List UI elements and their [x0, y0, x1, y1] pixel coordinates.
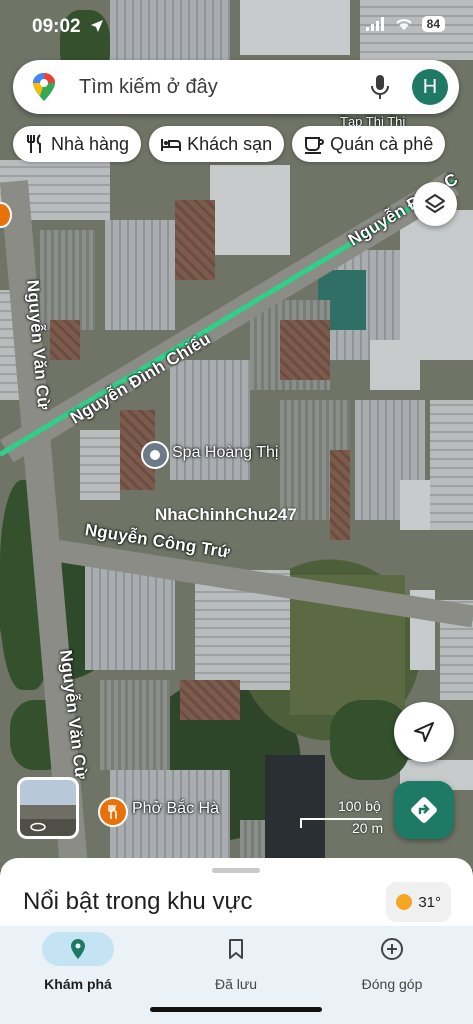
microphone-icon[interactable]	[369, 74, 391, 100]
chip-cafes[interactable]: Quán cà phê	[292, 126, 446, 162]
nav-explore[interactable]: Khám phá	[8, 932, 148, 992]
building	[80, 430, 120, 500]
scale-metric: 20 m	[352, 820, 384, 836]
weather-badge[interactable]: 31°	[386, 882, 451, 922]
chip-label: Khách sạn	[187, 133, 273, 154]
directions-button[interactable]	[394, 781, 454, 839]
status-icons: 84	[365, 16, 445, 32]
bed-icon	[161, 139, 182, 151]
location-arrow-icon	[91, 20, 103, 32]
sheet-title: Nổi bật trong khu vực	[23, 888, 253, 915]
nav-active-pill	[42, 932, 114, 966]
explore-pin-icon	[71, 939, 85, 959]
chip-label: Nhà hàng	[51, 133, 130, 154]
maps-logo-pin-icon	[33, 73, 55, 101]
building	[400, 480, 430, 530]
rotate-360-icon	[30, 822, 46, 832]
building	[240, 0, 350, 55]
building	[170, 360, 250, 480]
nav-icon-container	[200, 932, 272, 966]
add-circle-icon	[381, 938, 403, 960]
scale-imperial: 100 bộ	[338, 798, 381, 814]
nav-label: Đóng góp	[361, 976, 423, 992]
wifi-icon	[395, 19, 412, 30]
nav-label: Khám phá	[44, 976, 112, 992]
chip-hotels[interactable]: Khách sạn	[149, 126, 285, 162]
my-location-button[interactable]	[394, 702, 454, 762]
poi-label-spa[interactable]: Spa Hoàng Thị	[172, 444, 278, 462]
building	[175, 200, 215, 280]
layers-icon	[425, 194, 445, 213]
building	[430, 400, 473, 530]
restaurant-pin-icon[interactable]	[98, 797, 128, 827]
category-chips: Nhà hàng Khách sạn Quán cà phê	[13, 126, 446, 162]
building	[105, 220, 175, 330]
street-view-image	[20, 780, 76, 836]
status-time: 09:02	[32, 16, 81, 37]
sheet-drag-handle[interactable]	[212, 868, 260, 873]
coffee-cup-icon	[305, 137, 325, 154]
nav-icon-container	[356, 932, 428, 966]
street-view-thumbnail[interactable]	[17, 777, 79, 839]
dark-roof-building	[265, 755, 325, 865]
scale-bar-tick	[300, 818, 302, 828]
building	[400, 210, 473, 360]
chip-restaurants[interactable]: Nhà hàng	[13, 126, 142, 162]
avatar[interactable]: H	[412, 69, 448, 105]
nav-contribute[interactable]: Đóng góp	[322, 932, 462, 992]
building	[40, 230, 95, 330]
bookmark-icon	[229, 939, 243, 959]
fork-knife-icon	[27, 134, 41, 153]
directions-icon	[411, 797, 437, 823]
navigation-arrow-icon	[414, 722, 434, 742]
building	[280, 320, 330, 380]
building	[370, 340, 420, 390]
battery-indicator: 84	[421, 16, 445, 32]
search-bar[interactable]: Tìm kiếm ở đây H	[13, 60, 459, 114]
search-input[interactable]: Tìm kiếm ở đây	[79, 76, 218, 99]
home-indicator[interactable]	[150, 1007, 322, 1012]
nav-saved[interactable]: Đã lưu	[166, 932, 306, 992]
temperature: 31°	[418, 893, 441, 911]
watermark: NhaChinhChu247	[155, 505, 297, 524]
building	[100, 680, 170, 770]
building	[210, 165, 290, 255]
layers-button[interactable]	[413, 182, 457, 226]
poi-label-pho[interactable]: Phở Bắc Hà	[132, 800, 219, 818]
signal-icon	[365, 17, 384, 31]
nav-label: Đã lưu	[214, 976, 258, 992]
chip-label: Quán cà phê	[330, 133, 434, 154]
building	[180, 680, 240, 720]
spa-pin-icon[interactable]	[141, 441, 169, 469]
building	[330, 450, 350, 540]
building	[50, 320, 80, 360]
sun-icon	[396, 894, 413, 910]
